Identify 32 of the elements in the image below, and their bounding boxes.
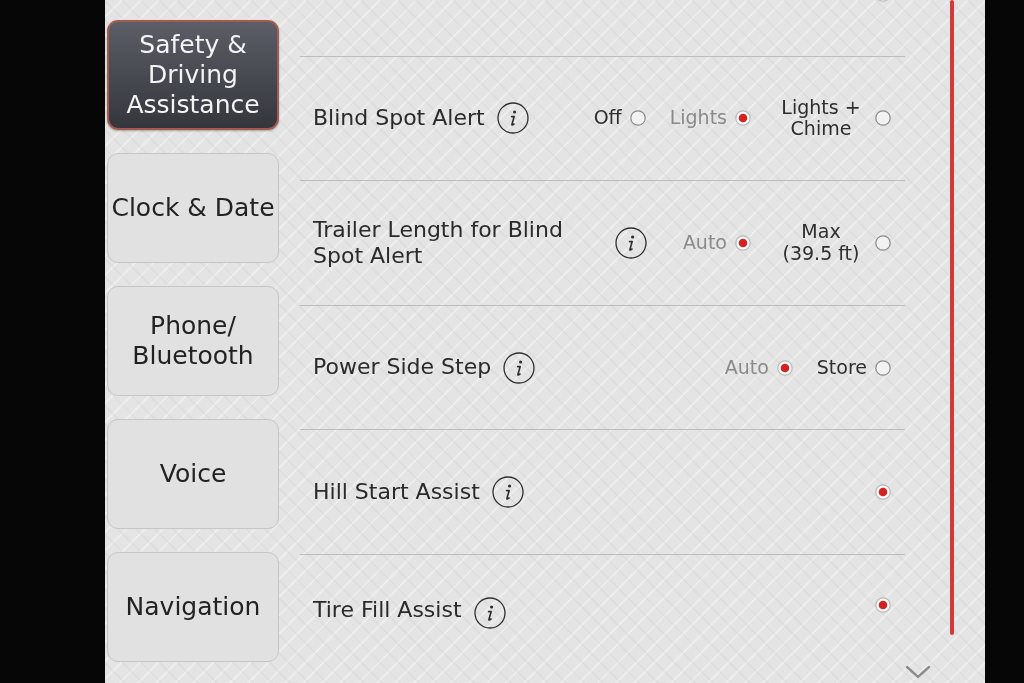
option-label: Store <box>816 356 867 379</box>
radio-button[interactable] <box>875 235 891 251</box>
chevron-down-icon[interactable] <box>905 665 931 679</box>
setting-label: Power Side Step <box>313 354 492 381</box>
option-label: Off <box>593 107 622 130</box>
option-label: Lights + Chime <box>780 96 862 141</box>
sidebar-item[interactable]: Safety & Driving Assistance <box>107 20 279 130</box>
radio-button[interactable] <box>735 110 751 127</box>
info-icon[interactable] <box>503 351 536 384</box>
setting-label: Trailer Length for Blind Spot Alert <box>313 216 564 270</box>
info-icon[interactable] <box>496 102 529 135</box>
radio-button[interactable] <box>776 359 793 376</box>
setting-label: Hill Start Assist <box>313 478 480 506</box>
setting-label: Blind Spot Alert <box>313 105 485 132</box>
option-label: Auto <box>682 232 727 254</box>
sidebar-item[interactable]: Navigation <box>107 552 279 662</box>
sidebar-item[interactable]: Clock & Date <box>107 153 279 263</box>
radio-button[interactable] <box>875 484 891 501</box>
setting-label: Tire Fill Assist <box>313 596 462 624</box>
radio-button[interactable] <box>875 110 891 127</box>
info-icon[interactable] <box>473 596 506 629</box>
option-label: Max (39.5 ft) <box>781 221 861 265</box>
option-label: Auto <box>724 356 769 379</box>
sidebar-item[interactable]: Phone/ Bluetooth <box>107 286 279 396</box>
option-label: Lights <box>669 107 727 130</box>
radio-button[interactable] <box>875 596 891 613</box>
info-icon[interactable] <box>615 227 647 259</box>
radio-button[interactable] <box>735 235 751 251</box>
radio-button[interactable] <box>875 359 891 376</box>
radio-button[interactable] <box>629 110 646 127</box>
sidebar-item[interactable]: Voice <box>107 419 279 529</box>
info-icon[interactable] <box>491 476 524 509</box>
